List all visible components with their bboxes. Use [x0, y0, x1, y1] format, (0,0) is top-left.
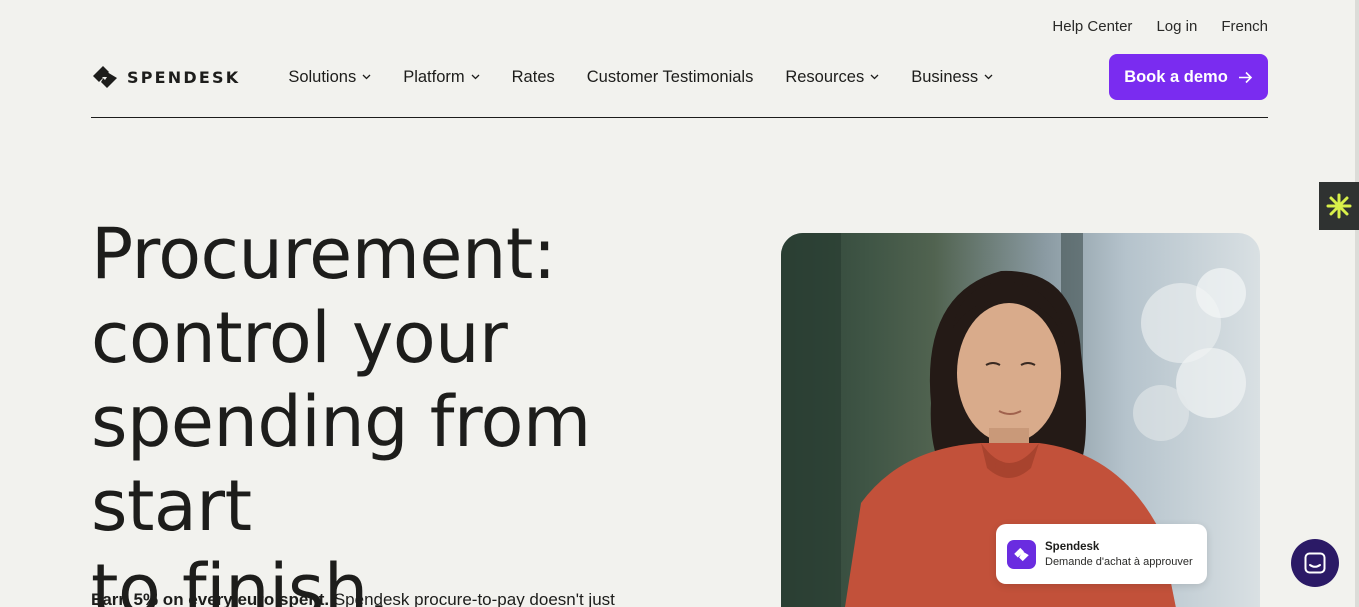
nav-item-resources[interactable]: Resources: [785, 68, 879, 87]
spendesk-logo-icon: [93, 66, 117, 88]
hero-title-line: control your: [91, 297, 508, 379]
hero-desc-text: Spendesk procure-to-pay doesn't just: [329, 590, 615, 607]
chevron-down-icon: [984, 74, 993, 80]
nav-item-label: Customer Testimonials: [586, 67, 754, 86]
hero-title-line: Procurement:: [91, 213, 556, 295]
nav-item-label: Solutions: [288, 67, 357, 86]
nav-item-platform[interactable]: Platform: [403, 67, 480, 87]
utility-bar: Help Center Log in French: [1052, 18, 1268, 35]
nav-item-label: Business: [911, 67, 979, 86]
notification-title: Spendesk: [1045, 540, 1100, 553]
accessibility-widget-button[interactable]: [1319, 182, 1359, 230]
notification-text: Spendesk Demande d'achat à approuver: [1045, 541, 1193, 568]
nav-item-solutions[interactable]: Solutions: [288, 68, 371, 87]
nav-item-label: Resources: [785, 67, 865, 86]
page-scrollbar[interactable]: [1355, 0, 1359, 607]
hero-title-line: spending from start: [91, 381, 591, 547]
nav-item-label: Platform: [403, 67, 465, 86]
asterisk-icon: [1326, 193, 1352, 219]
nav-item-business[interactable]: Business: [911, 68, 993, 87]
spendesk-app-icon: [1007, 539, 1036, 569]
book-demo-label: Book a demo: [1124, 67, 1228, 86]
login-link[interactable]: Log in: [1156, 18, 1197, 35]
notification-subtitle: Demande d'achat à approuver: [1045, 555, 1193, 568]
hero-description: Earn 5% on every euro spent. Spendesk pr…: [91, 590, 711, 607]
language-link[interactable]: French: [1221, 18, 1268, 35]
chat-launcher-button[interactable]: [1291, 539, 1339, 587]
nav-item-label: Rates: [511, 67, 555, 86]
approval-notification-card: Spendesk Demande d'achat à approuver: [996, 524, 1207, 584]
nav-menu: Solutions Platform Rates Customer Testim…: [288, 54, 993, 100]
chevron-down-icon: [870, 74, 879, 80]
chevron-down-icon: [471, 74, 480, 80]
nav-item-customer-testimonials[interactable]: Customer Testimonials: [587, 68, 754, 87]
nav-item-rates[interactable]: Rates: [512, 68, 555, 87]
hero-title: Procurement: control your spending from …: [91, 212, 751, 607]
help-center-link[interactable]: Help Center: [1052, 18, 1132, 35]
main-nav: SPENDESK Solutions Platform Rates Custom…: [91, 54, 1268, 118]
spendesk-logo[interactable]: SPENDESK: [91, 54, 240, 100]
hero-desc-bold: Earn 5% on every euro spent.: [91, 590, 330, 607]
chat-icon: [1304, 552, 1326, 574]
arrow-right-icon: [1238, 71, 1252, 83]
book-demo-button[interactable]: Book a demo: [1109, 54, 1268, 100]
brand-name: SPENDESK: [127, 67, 241, 87]
chevron-down-icon: [362, 74, 371, 80]
